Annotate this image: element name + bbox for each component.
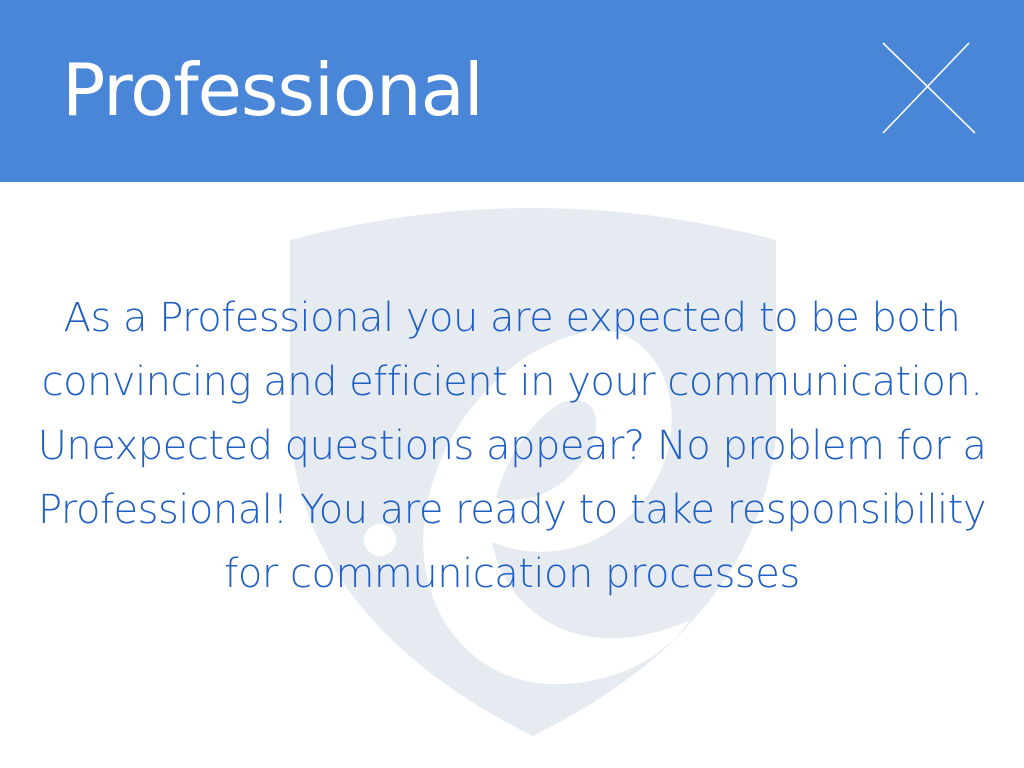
close-icon xyxy=(882,42,976,134)
header-bar: Professional xyxy=(0,0,1024,182)
page-title: Professional xyxy=(62,48,484,132)
description-text: As a Professional you are expected to be… xyxy=(37,295,987,597)
close-button[interactable] xyxy=(876,38,982,138)
professional-dialog: Professional As a Professional you are e… xyxy=(0,0,1024,768)
